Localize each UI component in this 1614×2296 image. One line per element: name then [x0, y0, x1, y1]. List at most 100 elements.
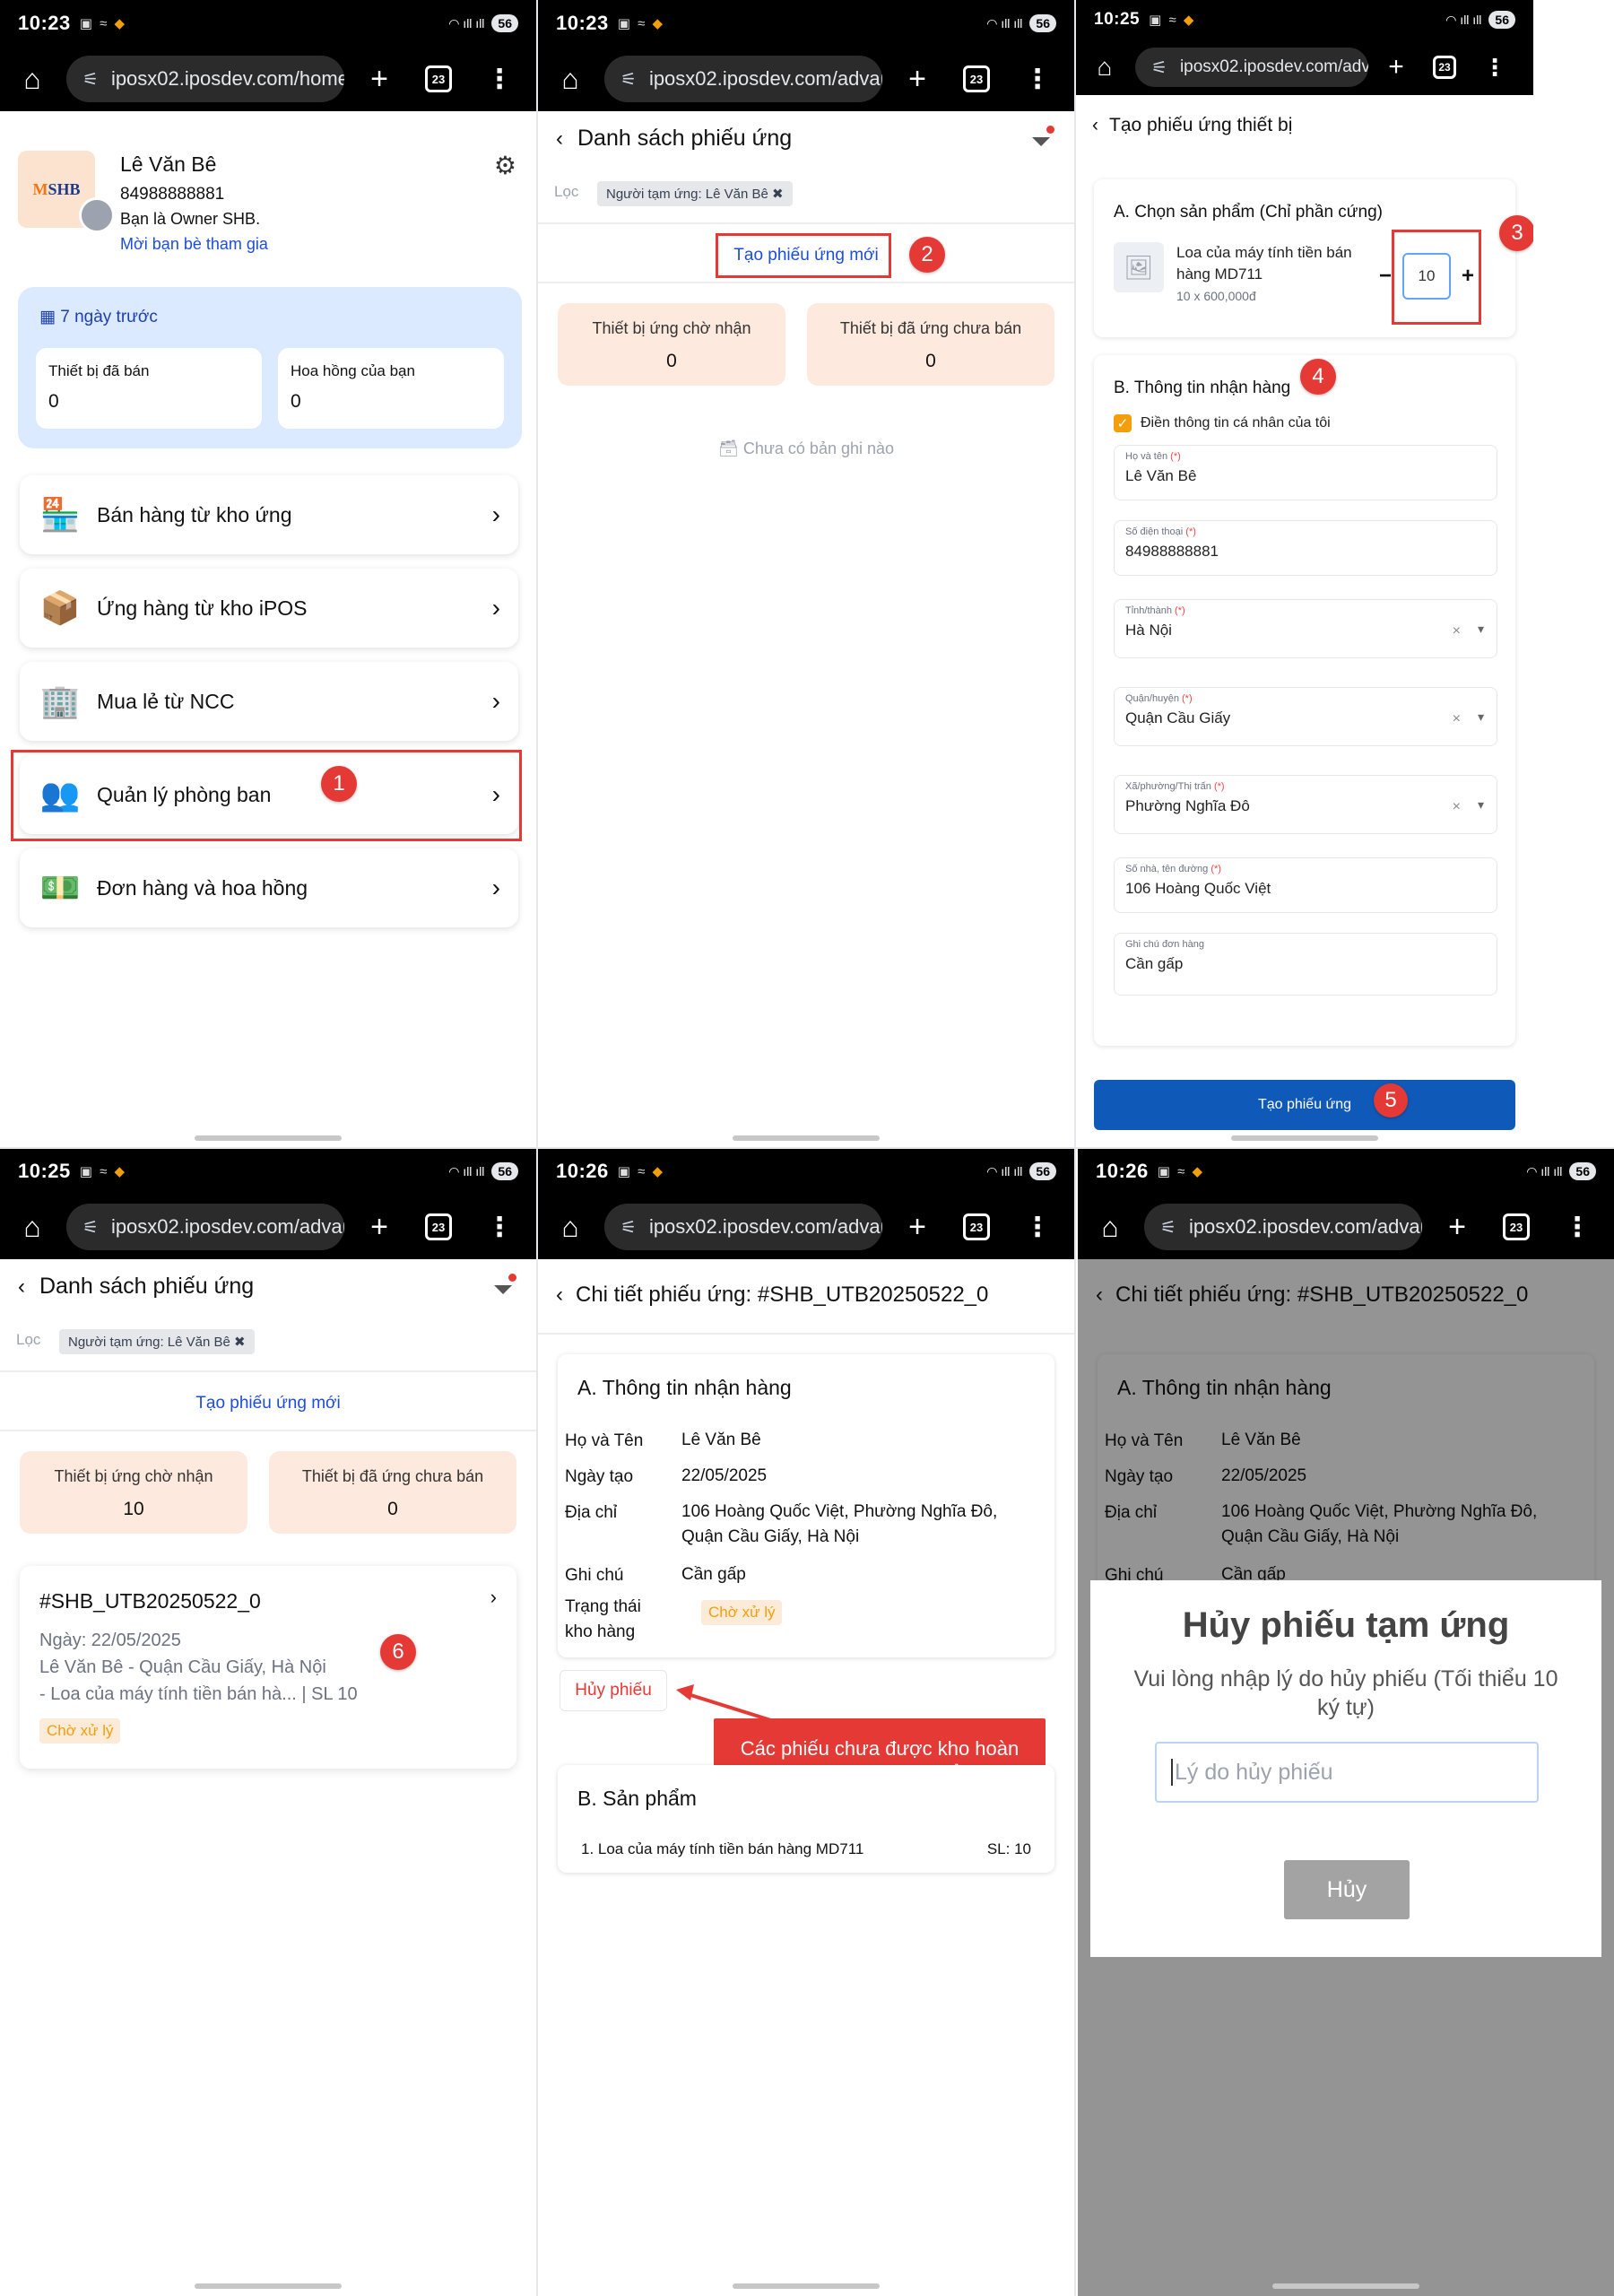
- chevron-down-icon[interactable]: ▾: [1478, 622, 1484, 637]
- confirm-cancel-button[interactable]: Hủy: [1284, 1860, 1410, 1919]
- url-bar[interactable]: ⚟ iposx02.iposdev.com/advance: [604, 56, 882, 102]
- filter-chip[interactable]: Người tạm ứng: Lê Văn Bê ✖: [597, 181, 793, 206]
- filter-icon[interactable]: ⏷: [1031, 126, 1054, 157]
- url-bar[interactable]: ⚟ iposx02.iposdev.com/advance: [66, 1204, 344, 1250]
- divider: [538, 222, 1074, 224]
- field-value: Cần gấp: [1125, 955, 1184, 972]
- new-tab-icon[interactable]: +: [1383, 52, 1410, 83]
- street-field[interactable]: Số nhà, tên đường (*) 106 Hoàng Quốc Việ…: [1114, 857, 1497, 913]
- menu-item-orders-commission[interactable]: 💵 Đơn hàng và hoa hồng ›: [20, 848, 518, 927]
- tune-icon[interactable]: ⚟: [620, 68, 637, 91]
- phone-field[interactable]: Số điện thoại (*) 84988888881: [1114, 520, 1497, 576]
- order-item: - Loa của máy tính tiền bán hà... | SL 1…: [39, 1684, 358, 1704]
- menu-item-sell-from-stock[interactable]: 🏪 Bán hàng từ kho ứng ›: [20, 475, 518, 554]
- card-label: Thiết bị ứng chờ nhận: [592, 319, 751, 337]
- tab-switcher-button[interactable]: 23: [1503, 1213, 1530, 1240]
- required-mark: (*): [1170, 451, 1181, 462]
- battery-icon: 56: [1029, 14, 1056, 32]
- menu-item-buy-from-supplier[interactable]: 🏢 Mua lẻ từ NCC ›: [20, 662, 518, 741]
- tune-icon[interactable]: ⚟: [82, 68, 99, 91]
- clear-icon[interactable]: ×: [1453, 799, 1461, 815]
- clear-icon[interactable]: ×: [1453, 711, 1461, 727]
- url-bar[interactable]: ⚟ iposx02.iposdev.com/advance: [1135, 48, 1368, 87]
- detail-value: 22/05/2025: [681, 1466, 768, 1485]
- more-icon[interactable]: ⋮: [1483, 54, 1506, 82]
- url-bar[interactable]: ⚟ iposx02.iposdev.com/home: [66, 56, 344, 102]
- required-mark: (*): [1175, 605, 1185, 616]
- district-select[interactable]: Quận/huyện (*) Quận Cầu Giấy × ▾: [1114, 687, 1497, 746]
- title-text: Chi tiết phiếu ứng: #SHB_UTB20250522_0: [576, 1283, 989, 1307]
- fullname-field[interactable]: Họ và tên (*) Lê Văn Bê: [1114, 445, 1497, 500]
- home-icon[interactable]: ⌂: [1087, 53, 1123, 82]
- chevron-down-icon[interactable]: ▾: [1478, 709, 1484, 725]
- new-tab-icon[interactable]: +: [904, 62, 931, 97]
- url-bar[interactable]: ⚟ iposx02.iposdev.com/advance: [604, 1204, 882, 1250]
- tune-icon[interactable]: ⚟: [1160, 1216, 1176, 1239]
- back-icon[interactable]: ‹: [556, 1283, 563, 1307]
- invite-link[interactable]: Mời bạn bè tham gia: [120, 235, 268, 254]
- more-icon[interactable]: ⋮: [1024, 64, 1051, 95]
- step-badge: 5: [1374, 1083, 1408, 1118]
- create-advance-button[interactable]: Tạo phiếu ứng mới: [0, 1394, 536, 1413]
- gear-icon[interactable]: ⚙: [494, 151, 516, 180]
- browser-toolbar: ⌂ ⚟ iposx02.iposdev.com/advance + 23 ⋮: [1076, 39, 1533, 95]
- order-note-field[interactable]: Ghi chú đơn hàng Cần gấp: [1114, 933, 1497, 996]
- browser-toolbar: ⌂ ⚟ iposx02.iposdev.com/home + 23 ⋮: [0, 47, 536, 111]
- home-icon[interactable]: ⌂: [1092, 1211, 1128, 1244]
- page-title: ‹ Chi tiết phiếu ứng: #SHB_UTB20250522_0: [556, 1283, 988, 1308]
- tab-switcher-button[interactable]: 23: [963, 1213, 990, 1240]
- status-time: 10:23: [556, 12, 609, 34]
- new-tab-icon[interactable]: +: [366, 62, 393, 97]
- back-icon[interactable]: ‹: [556, 126, 563, 152]
- province-select[interactable]: Tỉnh/thành (*) Hà Nội × ▾: [1114, 599, 1497, 658]
- stats-panel: ▦ 7 ngày trước Thiết bị đã bán 0 Hoa hồn…: [18, 287, 522, 448]
- step-badge: 2: [909, 237, 945, 273]
- home-icon[interactable]: ⌂: [14, 63, 50, 96]
- period-selector[interactable]: ▦ 7 ngày trước: [39, 307, 158, 327]
- fill-my-info-checkbox[interactable]: ✓ Điền thông tin cá nhân của tôi: [1114, 414, 1331, 432]
- tune-icon[interactable]: ⚟: [1151, 57, 1167, 79]
- new-tab-icon[interactable]: +: [366, 1210, 393, 1245]
- url-text: iposx02.iposdev.com/advance: [1188, 1215, 1422, 1238]
- ward-select[interactable]: Xã/phường/Thị trấn (*) Phường Nghĩa Đô ×…: [1114, 775, 1497, 834]
- filter-icon[interactable]: ⏷: [493, 1274, 516, 1305]
- chevron-down-icon[interactable]: ▾: [1478, 797, 1484, 813]
- home-icon[interactable]: ⌂: [552, 1211, 588, 1244]
- cancel-reason-input[interactable]: Lý do hủy phiếu: [1155, 1742, 1539, 1803]
- tab-switcher-button[interactable]: 23: [963, 65, 990, 92]
- tune-icon[interactable]: ⚟: [620, 1216, 637, 1239]
- battery-icon: 56: [1029, 1162, 1056, 1180]
- menu-label: Mua lẻ từ NCC: [97, 689, 235, 713]
- new-tab-icon[interactable]: +: [1444, 1210, 1471, 1245]
- new-tab-icon[interactable]: +: [904, 1210, 931, 1245]
- section-receiver: B. Thông tin nhận hàng ✓ Điền thông tin c…: [1094, 355, 1515, 1046]
- home-icon[interactable]: ⌂: [552, 63, 588, 96]
- advance-order-card[interactable]: #SHB_UTB20250522_0 › Ngày: 22/05/2025 Lê…: [20, 1566, 516, 1769]
- home-icon[interactable]: ⌂: [14, 1211, 50, 1244]
- detail-value: Cần gấp: [681, 1565, 746, 1584]
- back-icon[interactable]: ‹: [1092, 115, 1098, 135]
- screen-create-advance: 10:25 ▣ ≈ ◆ ◠ ıll ıll 56 ⌂ ⚟ iposx02.iposd…: [1076, 0, 1533, 1148]
- menu-item-advance-from-ipos[interactable]: 📦 Ứng hàng từ kho iPOS ›: [20, 569, 518, 648]
- url-bar[interactable]: ⚟ iposx02.iposdev.com/advance: [1144, 1204, 1422, 1250]
- more-icon[interactable]: ⋮: [1024, 1212, 1051, 1243]
- tab-switcher-button[interactable]: 23: [1433, 56, 1456, 79]
- card-label: Thiết bị đã ứng chưa bán: [301, 1467, 484, 1485]
- filter-chip[interactable]: Người tạm ứng: Lê Văn Bê ✖: [59, 1329, 255, 1354]
- more-icon[interactable]: ⋮: [1564, 1212, 1591, 1243]
- tab-switcher-button[interactable]: 23: [425, 65, 452, 92]
- order-date: Ngày: 22/05/2025: [39, 1631, 181, 1650]
- back-icon[interactable]: ‹: [18, 1274, 25, 1300]
- tune-icon[interactable]: ⚟: [82, 1216, 99, 1239]
- tab-switcher-button[interactable]: 23: [425, 1213, 452, 1240]
- create-advance-submit-button[interactable]: Tạo phiếu ứng: [1094, 1080, 1515, 1130]
- product-price: 10 x 600,000đ: [1176, 289, 1256, 303]
- more-icon[interactable]: ⋮: [486, 1212, 513, 1243]
- product-qty: SL: 10: [986, 1840, 1031, 1857]
- status-right: ◠ ıll ıll 56: [986, 1162, 1056, 1180]
- section-title: A. Chọn sản phẩm (Chỉ phần cứng): [1114, 203, 1383, 222]
- period-label: 7 ngày trước: [60, 308, 158, 326]
- cancel-ticket-button[interactable]: Hủy phiếu: [560, 1670, 667, 1711]
- more-icon[interactable]: ⋮: [486, 64, 513, 95]
- clear-icon[interactable]: ×: [1453, 623, 1461, 639]
